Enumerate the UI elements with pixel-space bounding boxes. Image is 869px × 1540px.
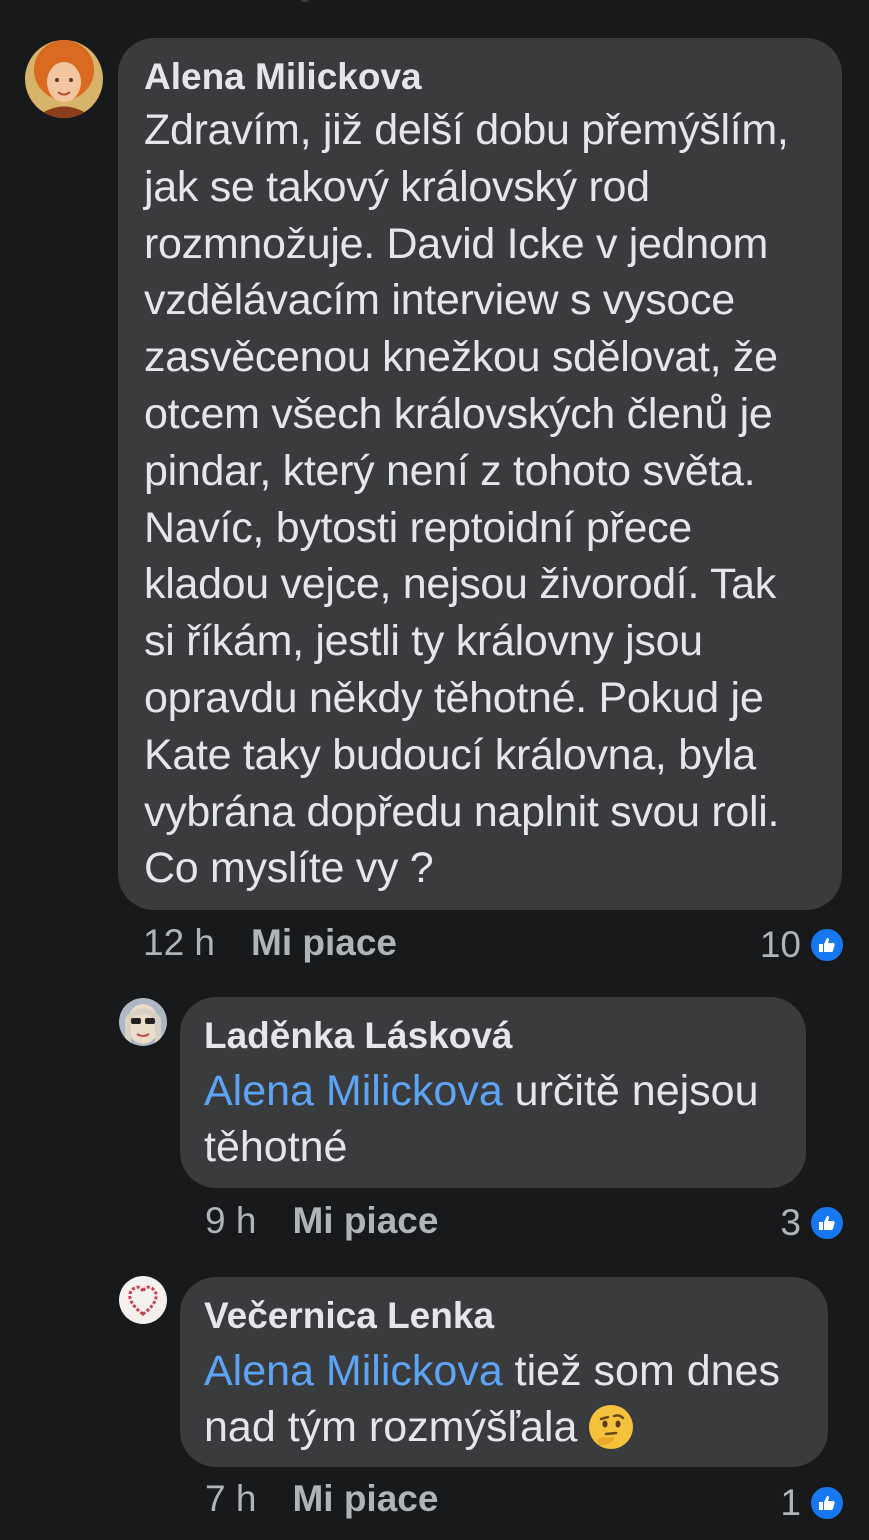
comment-text: Zdravím, již delší dobu přemýšlím, jak s… xyxy=(144,106,789,893)
reply: Laděnka Lásková Alena Milickova určitě n… xyxy=(0,980,869,1260)
reply-text: Alena Milickova tiež som dnes nad tým ro… xyxy=(204,1343,804,1455)
like-button[interactable]: Mi piace xyxy=(292,1478,438,1520)
reply-bubble[interactable]: Laděnka Lásková Alena Milickova určitě n… xyxy=(180,997,806,1188)
reaction-count: 3 xyxy=(780,1202,801,1243)
reply-author[interactable]: Večernica Lenka xyxy=(204,1295,804,1337)
reaction-summary[interactable]: 1 xyxy=(780,1482,845,1524)
reply-meta: 7 h Mi piace xyxy=(205,1478,438,1520)
reply-text: Alena Milickova určitě nejsou těhotné xyxy=(204,1063,782,1175)
like-button[interactable]: Mi piace xyxy=(292,1200,438,1242)
mention-link[interactable]: Alena Milickova xyxy=(204,1067,503,1115)
like-icon xyxy=(809,1485,845,1521)
reaction-count: 10 xyxy=(759,924,801,965)
comment-bubble[interactable]: Alena Milickova Zdravím, již delší dobu … xyxy=(118,38,842,910)
reply-timestamp[interactable]: 7 h xyxy=(205,1478,256,1520)
avatar[interactable] xyxy=(25,40,103,118)
avatar[interactable] xyxy=(119,998,167,1046)
reaction-summary[interactable]: 10 xyxy=(760,924,845,966)
comment: Alena Milickova Zdravím, již delší dobu … xyxy=(0,0,869,980)
reply-bubble[interactable]: Večernica Lenka Alena Milickova tiež som… xyxy=(180,1277,828,1467)
comment-timestamp[interactable]: 12 h xyxy=(143,922,215,964)
reply-timestamp[interactable]: 9 h xyxy=(205,1200,256,1242)
like-icon xyxy=(809,927,845,963)
comment-author[interactable]: Alena Milickova xyxy=(144,56,816,98)
like-button[interactable]: Mi piace xyxy=(251,922,397,964)
like-icon xyxy=(809,1205,845,1241)
thinking-face-emoji xyxy=(589,1405,634,1449)
mention-link[interactable]: Alena Milickova xyxy=(204,1347,503,1395)
reply-meta: 9 h Mi piace xyxy=(205,1200,438,1242)
reaction-summary[interactable]: 3 xyxy=(780,1202,845,1244)
reply: Večernica Lenka Alena Milickova tiež som… xyxy=(0,1260,869,1540)
reaction-count: 1 xyxy=(780,1482,801,1523)
avatar[interactable] xyxy=(119,1276,167,1324)
reply-author[interactable]: Laděnka Lásková xyxy=(204,1015,782,1057)
comment-meta: 12 h Mi piace xyxy=(143,922,397,964)
